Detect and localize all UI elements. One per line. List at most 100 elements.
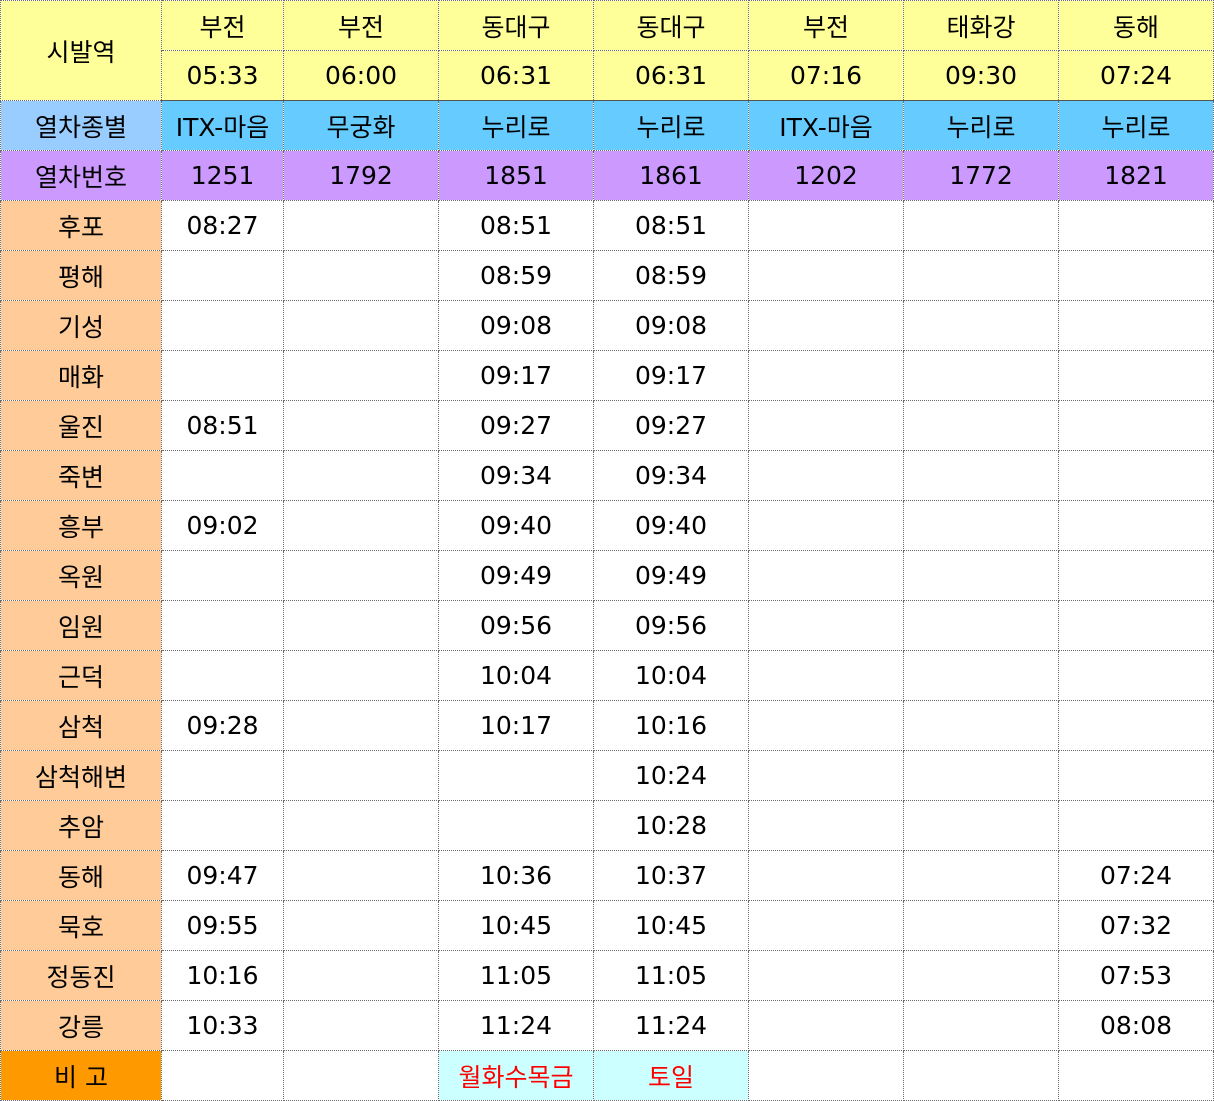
arrival-time-cell [903,600,1059,651]
remark-cell [283,1050,439,1101]
station-row: 근덕 10:04 10:04 [0,650,1214,701]
arrival-time-cell: 10:24 [593,750,749,801]
arrival-time-cell [1058,350,1214,401]
arrival-time-cell: 07:24 [1058,850,1214,901]
train-number-row: 열차번호 1251 1792 1851 1861 1202 1772 1821 [0,150,1214,201]
arrival-time-cell [283,950,439,1001]
arrival-time-cell [1058,750,1214,801]
arrival-time-cell: 09:34 [438,450,594,501]
arrival-time-cell: 09:08 [438,300,594,351]
station-row: 묵호 09:55 10:45 10:45 07:32 [0,900,1214,951]
remark-cell [748,1050,904,1101]
station-row: 기성 09:08 09:08 [0,300,1214,351]
arrival-time-cell: 10:04 [593,650,749,701]
station-row: 삼척해변 10:24 [0,750,1214,801]
origin-station-cell: 부전 [161,0,284,51]
station-name: 정동진 [0,950,162,1001]
arrival-time-cell: 11:24 [593,1000,749,1051]
arrival-time-cell [283,600,439,651]
arrival-time-cell: 09:08 [593,300,749,351]
arrival-time-cell [1058,450,1214,501]
arrival-time-cell [748,700,904,751]
arrival-time-cell [748,850,904,901]
arrival-time-cell [903,950,1059,1001]
arrival-time-cell: 09:56 [438,600,594,651]
arrival-time-cell [748,800,904,851]
arrival-time-cell [283,1000,439,1051]
arrival-time-cell: 07:53 [1058,950,1214,1001]
arrival-time-cell [161,550,284,601]
arrival-time-cell [1058,200,1214,251]
origin-station-header: 시발역 [0,0,162,101]
arrival-time-cell: 09:27 [593,400,749,451]
remark-cell [903,1050,1059,1101]
departure-time-cell: 07:24 [1058,50,1214,101]
remark-cell-weekend: 토일 [593,1050,749,1101]
train-type-cell: 누리로 [438,100,594,151]
arrival-time-cell [438,800,594,851]
train-type-cell: 누리로 [1058,100,1214,151]
arrival-time-cell [748,350,904,401]
arrival-time-cell [903,1000,1059,1051]
train-number-cell: 1251 [161,150,284,201]
arrival-time-cell: 10:04 [438,650,594,701]
arrival-time-cell [748,300,904,351]
arrival-time-cell: 08:59 [593,250,749,301]
arrival-time-cell: 09:40 [438,500,594,551]
arrival-time-cell: 09:34 [593,450,749,501]
arrival-time-cell [748,500,904,551]
station-name: 죽변 [0,450,162,501]
train-type-row: 열차종별 ITX-마음 무궁화 누리로 누리로 ITX-마음 누리로 누리로 [0,100,1214,151]
remark-header: 비 고 [0,1050,162,1101]
arrival-time-cell [161,350,284,401]
train-type-header: 열차종별 [0,100,162,151]
arrival-time-cell [283,650,439,701]
station-name: 울진 [0,400,162,451]
arrival-time-cell: 10:45 [438,900,594,951]
station-row: 정동진 10:16 11:05 11:05 07:53 [0,950,1214,1001]
arrival-time-cell: 09:47 [161,850,284,901]
train-type-cell: 누리로 [903,100,1059,151]
arrival-time-cell [283,700,439,751]
arrival-time-cell [283,500,439,551]
station-row: 옥원 09:49 09:49 [0,550,1214,601]
arrival-time-cell [1058,650,1214,701]
arrival-time-cell [903,650,1059,701]
arrival-time-cell: 09:40 [593,500,749,551]
station-row: 동해 09:47 10:36 10:37 07:24 [0,850,1214,901]
arrival-time-cell [1058,550,1214,601]
departure-time-cell: 06:31 [593,50,749,101]
arrival-time-cell [748,650,904,701]
arrival-time-cell [438,750,594,801]
arrival-time-cell: 09:17 [593,350,749,401]
arrival-time-cell: 09:56 [593,600,749,651]
station-row: 평해 08:59 08:59 [0,250,1214,301]
arrival-time-cell: 08:59 [438,250,594,301]
train-number-cell: 1821 [1058,150,1214,201]
arrival-time-cell [161,250,284,301]
arrival-time-cell [283,300,439,351]
departure-time-cell: 05:33 [161,50,284,101]
arrival-time-cell [748,900,904,951]
arrival-time-cell [283,400,439,451]
arrival-time-cell: 09:17 [438,350,594,401]
arrival-time-cell: 07:32 [1058,900,1214,951]
station-name: 묵호 [0,900,162,951]
arrival-time-cell [161,800,284,851]
remark-cell-weekdays: 월화수목금 [438,1050,594,1101]
station-name: 후포 [0,200,162,251]
arrival-time-cell [903,350,1059,401]
arrival-time-cell: 08:08 [1058,1000,1214,1051]
arrival-time-cell: 09:02 [161,500,284,551]
station-row: 흥부 09:02 09:40 09:40 [0,500,1214,551]
train-type-cell: 누리로 [593,100,749,151]
arrival-time-cell: 09:28 [161,700,284,751]
train-number-cell: 1792 [283,150,439,201]
arrival-time-cell: 10:16 [593,700,749,751]
arrival-time-cell [748,250,904,301]
arrival-time-cell [283,900,439,951]
arrival-time-cell: 11:24 [438,1000,594,1051]
arrival-time-cell [903,400,1059,451]
remark-cell [1058,1050,1214,1101]
origin-station-cell: 부전 [283,0,439,51]
